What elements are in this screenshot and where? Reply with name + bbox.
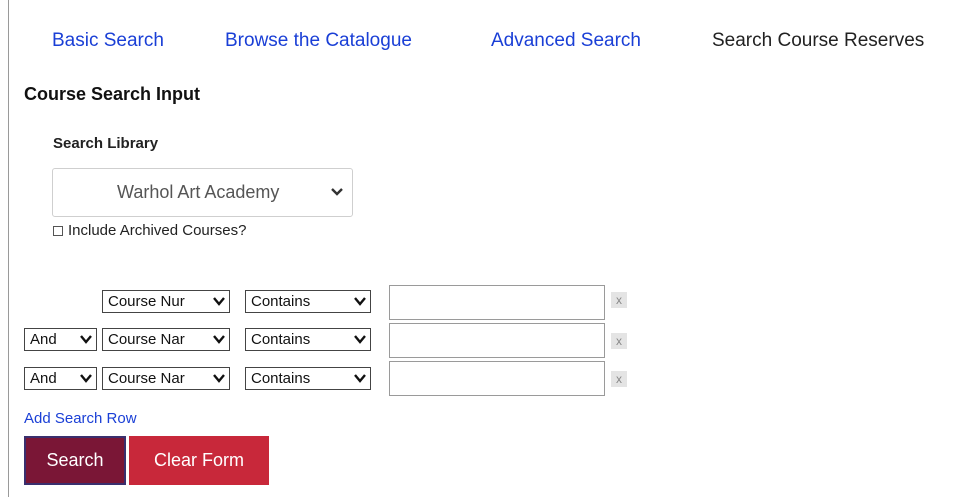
chevron-down-icon bbox=[213, 335, 225, 344]
operator-select-value: And bbox=[30, 370, 57, 387]
checkbox-box[interactable] bbox=[53, 225, 63, 236]
page-frame bbox=[8, 0, 979, 497]
remove-row-2-button[interactable]: x bbox=[611, 333, 627, 349]
field-select-row-2[interactable]: Course Nar bbox=[102, 328, 230, 351]
chevron-down-icon bbox=[354, 374, 366, 383]
chevron-down-icon bbox=[213, 297, 225, 306]
clear-form-button[interactable]: Clear Form bbox=[129, 436, 269, 485]
chevron-down-icon bbox=[80, 335, 92, 344]
match-select-value: Contains bbox=[251, 293, 311, 310]
match-select-value: Contains bbox=[251, 370, 311, 387]
match-select-row-1[interactable]: Contains bbox=[245, 290, 371, 313]
tab-advanced-search[interactable]: Advanced Search bbox=[491, 30, 641, 52]
search-library-select[interactable]: Warhol Art Academy bbox=[52, 168, 353, 217]
chevron-down-icon bbox=[331, 188, 343, 196]
field-select-row-1[interactable]: Course Nur bbox=[102, 290, 230, 313]
search-term-input-row-1[interactable] bbox=[389, 285, 605, 320]
search-library-label: Search Library bbox=[53, 135, 159, 152]
include-archived-label: Include Archived Courses? bbox=[68, 222, 247, 239]
search-term-input-row-3[interactable] bbox=[389, 361, 605, 396]
add-search-row-link[interactable]: Add Search Row bbox=[24, 410, 137, 427]
operator-select-row-3[interactable]: And bbox=[24, 367, 97, 390]
match-select-row-2[interactable]: Contains bbox=[245, 328, 371, 351]
remove-row-3-button[interactable]: x bbox=[611, 371, 627, 387]
chevron-down-icon bbox=[354, 297, 366, 306]
field-select-value: Course Nar bbox=[108, 370, 185, 387]
search-term-input-row-2[interactable] bbox=[389, 323, 605, 358]
match-select-value: Contains bbox=[251, 331, 311, 348]
chevron-down-icon bbox=[354, 335, 366, 344]
match-select-row-3[interactable]: Contains bbox=[245, 367, 371, 390]
include-archived-checkbox[interactable]: Include Archived Courses? bbox=[53, 222, 246, 239]
field-select-value: Course Nar bbox=[108, 331, 185, 348]
search-tabs: Basic Search Browse the Catalogue Advanc… bbox=[0, 30, 979, 56]
field-select-value: Course Nur bbox=[108, 293, 185, 310]
tab-search-course-reserves[interactable]: Search Course Reserves bbox=[712, 30, 924, 52]
field-select-row-3[interactable]: Course Nar bbox=[102, 367, 230, 390]
search-library-value: Warhol Art Academy bbox=[117, 182, 280, 202]
operator-select-value: And bbox=[30, 331, 57, 348]
page-title: Course Search Input bbox=[24, 84, 201, 104]
operator-select-row-2[interactable]: And bbox=[24, 328, 97, 351]
chevron-down-icon bbox=[80, 374, 92, 383]
remove-row-1-button[interactable]: x bbox=[611, 292, 627, 308]
chevron-down-icon bbox=[213, 374, 225, 383]
tab-browse-catalogue[interactable]: Browse the Catalogue bbox=[225, 30, 412, 52]
search-button[interactable]: Search bbox=[24, 436, 126, 485]
tab-basic-search[interactable]: Basic Search bbox=[52, 30, 164, 52]
